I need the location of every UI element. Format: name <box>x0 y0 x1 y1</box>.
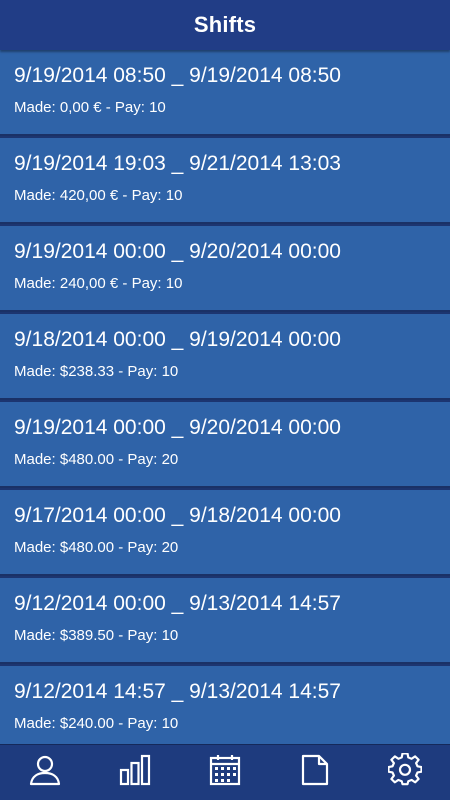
page-title: Shifts <box>193 12 257 37</box>
user-icon <box>28 753 62 792</box>
tab-settings[interactable] <box>360 745 450 800</box>
gear-icon <box>387 752 423 792</box>
shift-list-item[interactable]: 9/18/2014 00:00 _ 9/19/2014 00:00 Made: … <box>0 314 450 400</box>
tab-statistics[interactable] <box>90 745 180 800</box>
shift-date-range: 9/19/2014 08:50 _ 9/19/2014 08:50 <box>14 64 341 87</box>
shift-list-item[interactable]: 9/19/2014 19:03 _ 9/21/2014 13:03 Made: … <box>0 138 450 224</box>
document-icon <box>298 753 332 792</box>
shift-date-range: 9/19/2014 00:00 _ 9/20/2014 00:00 <box>14 416 341 439</box>
app-screen: Shifts 9/19/2014 08:50 _ 9/19/2014 08:50… <box>0 0 450 800</box>
shift-list-item[interactable]: 9/19/2014 00:00 _ 9/20/2014 00:00 Made: … <box>0 402 450 488</box>
shift-list-item[interactable]: 9/19/2014 08:50 _ 9/19/2014 08:50 Made: … <box>0 50 450 136</box>
shift-date-range: 9/17/2014 00:00 _ 9/18/2014 00:00 <box>14 504 341 527</box>
shift-list[interactable]: 9/19/2014 08:50 _ 9/19/2014 08:50 Made: … <box>0 50 450 745</box>
shift-earnings: Made: $480.00 - Pay: 20 <box>14 539 179 556</box>
shift-list-item[interactable]: 9/12/2014 00:00 _ 9/13/2014 14:57 Made: … <box>0 578 450 664</box>
shift-date-range: 9/12/2014 14:57 _ 9/13/2014 14:57 <box>14 680 341 703</box>
bar-chart-icon <box>118 753 152 792</box>
shift-earnings: Made: 420,00 € - Pay: 10 <box>14 187 183 204</box>
shift-list-item[interactable]: 9/17/2014 00:00 _ 9/18/2014 00:00 Made: … <box>0 490 450 576</box>
shift-date-range: 9/18/2014 00:00 _ 9/19/2014 00:00 <box>14 328 341 351</box>
shift-earnings: Made: $389.50 - Pay: 10 <box>14 627 179 644</box>
calendar-icon <box>208 753 242 792</box>
shift-date-range: 9/12/2014 00:00 _ 9/13/2014 14:57 <box>14 592 341 615</box>
shift-earnings: Made: $480.00 - Pay: 20 <box>14 451 179 468</box>
shift-earnings: Made: $238.33 - Pay: 10 <box>14 363 179 380</box>
shift-earnings: Made: 240,00 € - Pay: 10 <box>14 275 183 292</box>
shift-date-range: 9/19/2014 00:00 _ 9/20/2014 00:00 <box>14 240 341 263</box>
top-bar: Shifts <box>0 0 450 50</box>
shift-earnings: Made: $240.00 - Pay: 10 <box>14 715 179 732</box>
tab-calendar[interactable] <box>180 745 270 800</box>
bottom-tab-bar <box>0 744 450 800</box>
shift-list-item[interactable]: 9/19/2014 00:00 _ 9/20/2014 00:00 Made: … <box>0 226 450 312</box>
tab-reports[interactable] <box>270 745 360 800</box>
shift-earnings: Made: 0,00 € - Pay: 10 <box>14 99 166 116</box>
shift-date-range: 9/19/2014 19:03 _ 9/21/2014 13:03 <box>14 152 341 175</box>
tab-profile[interactable] <box>0 745 90 800</box>
shift-list-item[interactable]: 9/12/2014 14:57 _ 9/13/2014 14:57 Made: … <box>0 666 450 745</box>
